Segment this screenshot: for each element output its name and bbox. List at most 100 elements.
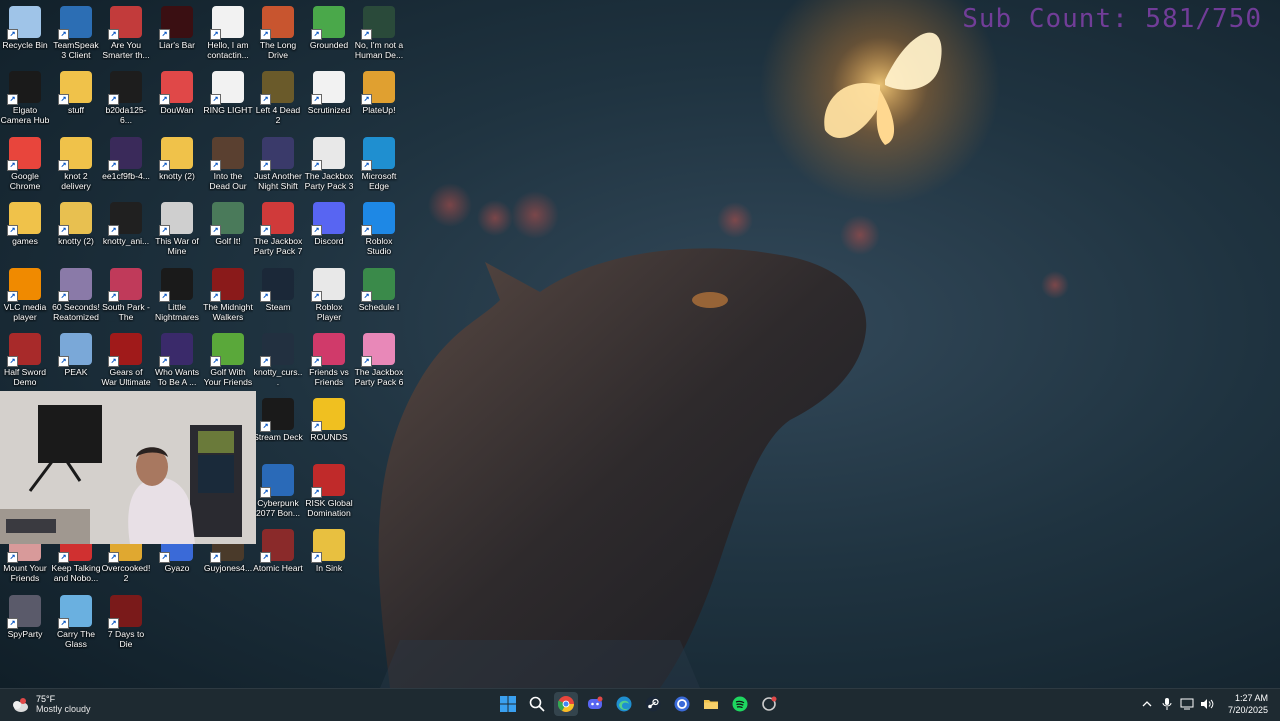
desktop-icon[interactable]: ↗ Recycle Bin — [0, 2, 50, 50]
desktop-icon[interactable]: ↗ knotty (2) — [51, 198, 101, 246]
desktop-icon[interactable]: ↗ VLC media player — [0, 264, 50, 322]
desktop-icon[interactable]: ↗ 60 Seconds! Reatomized — [51, 264, 101, 322]
desktop-icon[interactable]: ↗South Park - The Fractur... — [101, 264, 151, 322]
desktop-icon-label: DouWan — [160, 105, 194, 116]
game-icon: ↗ — [361, 267, 395, 302]
taskbar-search-button[interactable] — [525, 692, 549, 716]
desktop-icon[interactable]: ↗ Scrutinized — [304, 67, 354, 115]
discord-icon: ↗ — [311, 202, 345, 237]
shortcut-arrow-icon: ↗ — [159, 29, 170, 40]
desktop-icon[interactable]: ↗ RING LIGHT — [203, 67, 253, 115]
taskbar-edge[interactable] — [612, 692, 636, 716]
shortcut-arrow-icon: ↗ — [210, 290, 221, 302]
desktop-icon[interactable]: ↗ PEAK — [51, 329, 101, 377]
desktop-icon[interactable]: ↗ knotty_ani... — [101, 198, 151, 246]
desktop-icon[interactable]: ↗ Cyberpunk 2077 Bon... — [253, 460, 303, 518]
stream-deck-icon: ↗ — [260, 398, 294, 433]
app-icon: ↗ — [159, 71, 193, 106]
desktop-icon[interactable]: ↗ Atomic Heart — [253, 525, 303, 573]
desktop-icon[interactable]: ↗ games — [0, 198, 50, 246]
game-icon: ↗ — [361, 333, 395, 367]
desktop-icon[interactable]: ↗ SpyParty — [0, 591, 50, 639]
taskbar-clock[interactable]: 1:27 AM 7/20/2025 — [1228, 692, 1268, 716]
desktop-icon[interactable]: ↗ Discord — [304, 198, 354, 246]
weather-widget[interactable]: 75°F Mostly cloudy — [10, 694, 91, 715]
taskbar-file-explorer[interactable] — [699, 692, 723, 716]
desktop-icon-label: This War of Mine — [155, 236, 199, 257]
desktop-icon[interactable]: ↗The Midnight Walkers Pla... — [203, 264, 253, 322]
desktop-icon[interactable]: ↗ Steam — [253, 264, 303, 312]
desktop-icon[interactable]: ↗ knotty (2) — [152, 133, 202, 181]
image-icon: ↗ — [108, 71, 142, 106]
desktop-icon[interactable]: ↗Into the Dead Our Darkest... — [203, 133, 253, 191]
desktop-icon[interactable]: ↗ Left 4 Dead 2 — [253, 67, 303, 125]
desktop-icon[interactable]: ↗ Schedule I — [354, 264, 404, 312]
desktop-icon[interactable]: ↗ The Long Drive — [253, 2, 303, 60]
desktop-icon[interactable]: ↗ Grounded — [304, 2, 354, 50]
desktop-icon[interactable]: ↗ Hello, I am contactin... — [203, 2, 253, 60]
desktop-icon[interactable]: ↗ Elgato Camera Hub — [0, 67, 50, 125]
desktop-icon[interactable]: ↗ Microsoft Edge — [354, 133, 404, 191]
shortcut-arrow-icon: ↗ — [108, 29, 119, 40]
taskbar-steam[interactable] — [641, 692, 665, 716]
game-icon: ↗ — [210, 136, 244, 171]
taskbar-spotify[interactable] — [728, 692, 752, 716]
webcam-overlay — [0, 391, 256, 544]
desktop-icon[interactable]: ↗ PlateUp! — [354, 67, 404, 115]
desktop-icon[interactable]: ↗ Golf With Your Friends — [203, 329, 253, 387]
desktop-icon[interactable]: ↗ Roblox Player — [304, 264, 354, 322]
desktop-icon[interactable]: ↗ RISK Global Domination — [304, 460, 354, 518]
desktop-icon[interactable]: ↗ Are You Smarter th... — [101, 2, 151, 60]
chrome-icon — [558, 696, 574, 712]
desktop-icon[interactable]: ↗ This War of Mine — [152, 198, 202, 256]
desktop-icon[interactable]: ↗ Half Sword Demo — [0, 329, 50, 387]
discord-icon — [588, 696, 603, 709]
desktop-icon[interactable]: ↗ The Jackbox Party Pack 7 — [253, 198, 303, 256]
search-icon — [529, 696, 545, 712]
desktop-icon[interactable]: ↗ TeamSpeak 3 Client — [51, 2, 101, 60]
desktop-icon[interactable]: ↗ DouWan — [152, 67, 202, 115]
desktop-icon[interactable]: ↗ b20da125-6... — [101, 67, 151, 125]
desktop-icon[interactable]: ↗ knot 2 delivery — [51, 133, 101, 191]
edge-icon — [616, 696, 632, 712]
taskbar-chrome[interactable] — [554, 692, 578, 716]
desktop-icon[interactable]: ↗Gears of War Ultimate E... — [101, 329, 151, 387]
chrome-icon: ↗ — [7, 136, 41, 171]
desktop-icon[interactable]: ↗ Friends vs Friends — [304, 329, 354, 387]
desktop-icon[interactable]: ↗ The Jackbox Party Pack 3 — [304, 133, 354, 191]
desktop-icon[interactable]: ↗ Golf It! — [203, 198, 253, 246]
desktop-icon[interactable]: ↗ Just Another Night Shift — [253, 133, 303, 191]
desktop-icon[interactable]: ↗ No, I'm not a Human De... — [354, 2, 404, 60]
desktop-icon[interactable]: ↗ stuff — [51, 67, 101, 115]
desktop-icon[interactable]: ↗ Google Chrome — [0, 133, 50, 191]
desktop-icon[interactable]: ↗ Stream Deck — [253, 394, 303, 442]
taskbar-app[interactable] — [757, 692, 781, 716]
desktop-icon[interactable]: ↗ In Sink — [304, 525, 354, 573]
desktop-icon[interactable]: ↗ Roblox Studio — [354, 198, 404, 256]
volume-icon[interactable] — [1200, 697, 1214, 711]
desktop-icon-label: Roblox Studio — [365, 236, 393, 257]
microphone-icon[interactable] — [1160, 697, 1174, 711]
desktop-icon[interactable]: ↗ ROUNDS — [304, 394, 354, 442]
desktop-icon-label: PEAK — [64, 367, 88, 377]
desktop-icon[interactable]: ↗ 7 Days to Die — [101, 591, 151, 649]
desktop-icon[interactable]: ↗ ee1cf9fb-4... — [101, 133, 151, 181]
shortcut-arrow-icon: ↗ — [159, 552, 170, 564]
taskbar-gyazo[interactable] — [670, 692, 694, 716]
desktop-icon-label: Hello, I am contactin... — [207, 40, 249, 60]
shortcut-arrow-icon: ↗ — [108, 356, 119, 367]
chevron-up-icon[interactable] — [1140, 697, 1154, 711]
shortcut-arrow-icon: ↗ — [159, 290, 170, 302]
desktop-icon[interactable]: ↗ Carry The Glass — [51, 591, 101, 649]
clock-date: 7/20/2025 — [1227, 705, 1268, 715]
desktop-icon[interactable]: ↗ Liar's Bar — [152, 2, 202, 50]
desktop-icon[interactable]: ↗ Who Wants To Be A ... — [152, 329, 202, 387]
desktop-icon-label: knotty (2) — [159, 170, 195, 181]
desktop-icon[interactable]: ↗ The Jackbox Party Pack 6 — [354, 329, 404, 387]
desktop-icon[interactable]: ↗ Little Nightmares — [152, 264, 202, 322]
taskbar-discord[interactable] — [583, 692, 607, 716]
network-icon[interactable] — [1180, 697, 1194, 711]
desktop-icon[interactable]: ↗ knotty_curs... — [253, 329, 303, 387]
start-button[interactable] — [496, 692, 520, 716]
shortcut-arrow-icon: ↗ — [260, 290, 271, 302]
